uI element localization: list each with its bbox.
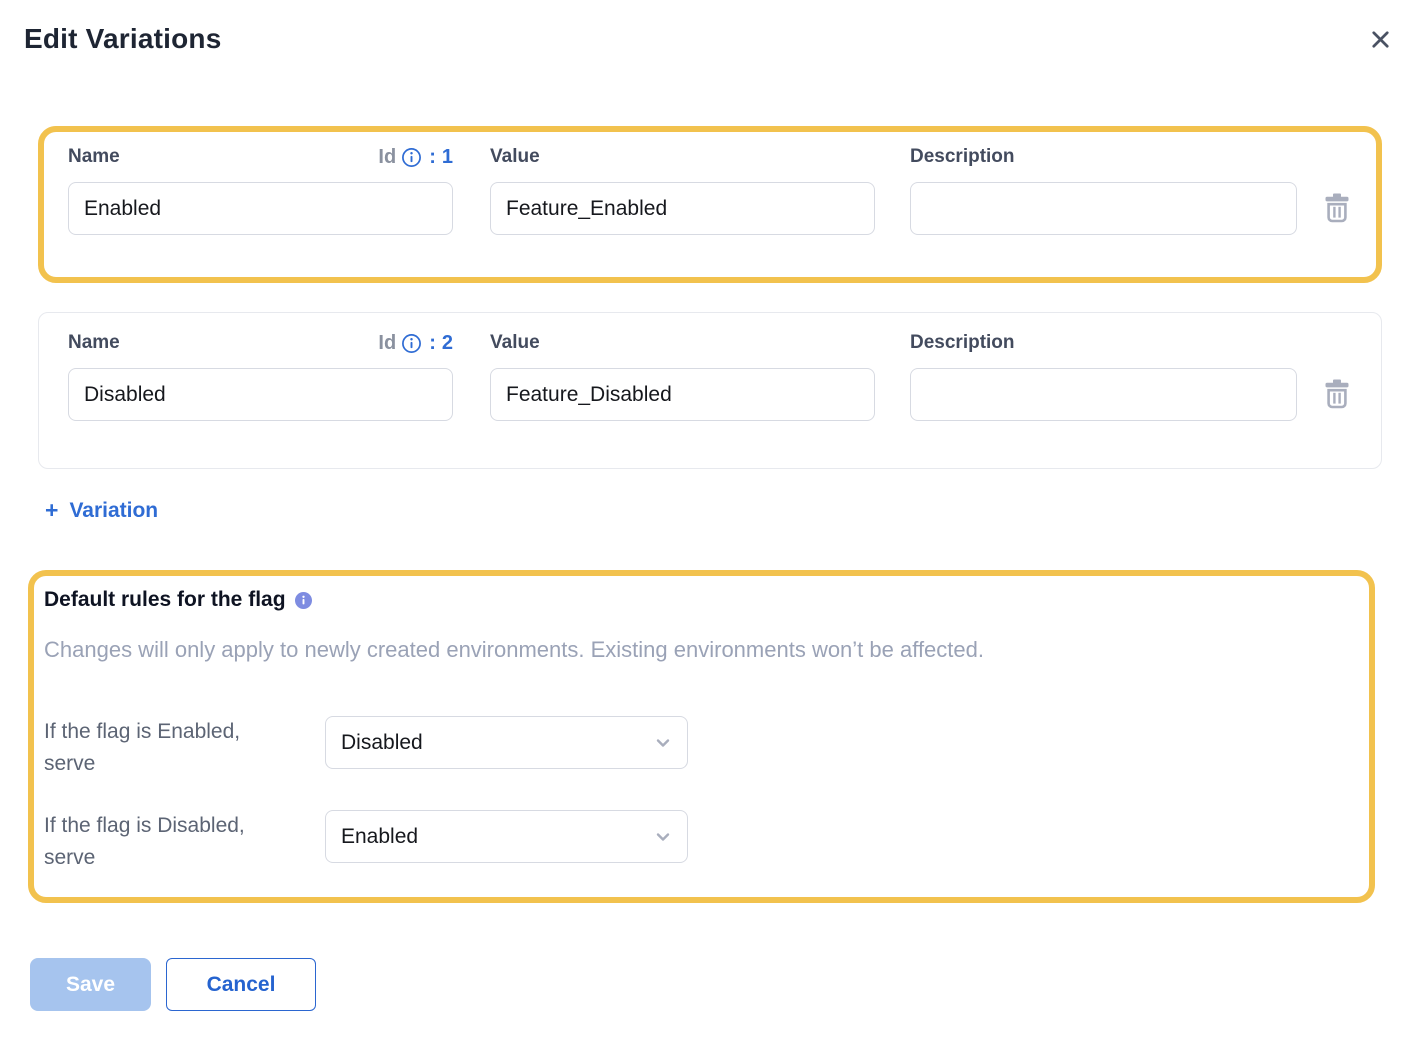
delete-variation-button[interactable]	[1323, 193, 1351, 223]
description-field: Description	[910, 331, 1297, 421]
save-button[interactable]: Save	[30, 958, 151, 1011]
id-label: Id	[378, 332, 396, 355]
add-variation-label: Variation	[69, 499, 158, 523]
value-label: Value	[490, 146, 540, 168]
dialog-header: Edit Variations	[18, 22, 1396, 56]
close-icon[interactable]	[1365, 24, 1396, 55]
chevron-down-icon	[654, 734, 672, 752]
variation-id-badge: Id : 2	[378, 332, 453, 355]
rule-label: If the flag is Enabled, serve	[44, 716, 282, 780]
name-field: Name Id : 2	[68, 331, 453, 421]
variation-value-input[interactable]	[490, 182, 875, 235]
name-label: Name	[68, 146, 120, 168]
variation-card-1: Name Id : 1 Value Description	[38, 126, 1382, 283]
value-field: Value	[490, 145, 875, 235]
variation-id-badge: Id : 1	[378, 146, 453, 169]
id-separator: :	[429, 146, 436, 169]
variation-value-input[interactable]	[490, 368, 875, 421]
description-label: Description	[910, 332, 1015, 354]
dialog-footer: Save Cancel	[30, 958, 1396, 1011]
info-icon[interactable]	[401, 147, 422, 168]
rule-label: If the flag is Disabled, serve	[44, 810, 282, 874]
description-field: Description	[910, 145, 1297, 235]
value-label: Value	[490, 332, 540, 354]
name-field: Name Id : 1	[68, 145, 453, 235]
serve-variation-select[interactable]: Enabled	[325, 810, 688, 863]
variation-description-input[interactable]	[910, 368, 1297, 421]
variation-name-input[interactable]	[68, 182, 453, 235]
rule-row-enabled: If the flag is Enabled, serve Disabled	[44, 716, 1349, 780]
id-label: Id	[378, 146, 396, 169]
serve-variation-select[interactable]: Disabled	[325, 716, 688, 769]
add-variation-button[interactable]: + Variation	[45, 497, 158, 524]
rule-row-disabled: If the flag is Disabled, serve Enabled	[44, 810, 1349, 874]
page-title: Edit Variations	[24, 22, 222, 56]
variation-card-2: Name Id : 2 Value Description	[38, 312, 1382, 469]
value-field: Value	[490, 331, 875, 421]
trash-icon	[1323, 193, 1351, 223]
selected-variation: Disabled	[341, 731, 423, 755]
variation-name-input[interactable]	[68, 368, 453, 421]
id-separator: :	[429, 332, 436, 355]
id-value: 2	[442, 332, 453, 355]
name-label: Name	[68, 332, 120, 354]
default-rules-title: Default rules for the flag	[44, 588, 286, 612]
default-rules-note: Changes will only apply to newly created…	[44, 637, 1349, 663]
delete-variation-button[interactable]	[1323, 379, 1351, 409]
default-rules-section: Default rules for the flag Changes will …	[28, 570, 1375, 903]
selected-variation: Enabled	[341, 825, 418, 849]
info-icon[interactable]	[295, 592, 312, 609]
variation-description-input[interactable]	[910, 182, 1297, 235]
cancel-button[interactable]: Cancel	[166, 958, 316, 1011]
description-label: Description	[910, 146, 1015, 168]
plus-icon: +	[45, 497, 58, 524]
info-icon[interactable]	[401, 333, 422, 354]
chevron-down-icon	[654, 828, 672, 846]
trash-icon	[1323, 379, 1351, 409]
edit-variations-dialog: Edit Variations Name Id : 1 Val	[0, 0, 1420, 1011]
id-value: 1	[442, 146, 453, 169]
